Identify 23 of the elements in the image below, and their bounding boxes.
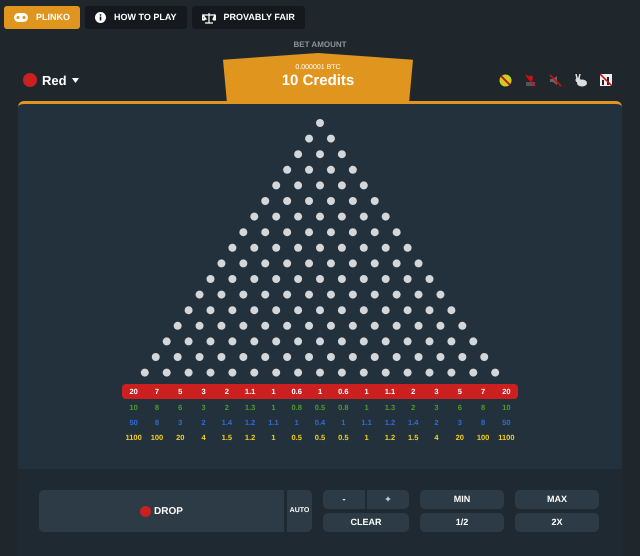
caret-icon — [72, 78, 79, 83]
tab[interactable]: HOW TO PLAY — [85, 6, 187, 29]
bet-button[interactable]: CLEAR — [323, 513, 409, 532]
info-icon — [95, 12, 106, 23]
bet-button[interactable]: MAX — [515, 490, 599, 509]
mute-icon — [549, 74, 562, 87]
bet-button[interactable]: - — [323, 490, 365, 509]
scale-icon — [202, 12, 216, 24]
bet-button[interactable]: + — [367, 490, 409, 509]
risk-selector[interactable]: Red — [23, 70, 79, 90]
rabbit-icon — [574, 74, 588, 87]
bet-button[interactable]: MIN — [420, 490, 504, 509]
bet-amount-label: BET AMOUNT — [293, 39, 347, 51]
bet-button[interactable]: 1/2 — [420, 513, 504, 532]
no-ball-icon — [499, 74, 512, 87]
bet-credits-amount: 10 Credits — [282, 72, 354, 90]
risk-label: Red — [42, 72, 67, 90]
gamepad-icon — [14, 13, 28, 22]
no-chart-icon — [600, 74, 612, 86]
bet-button[interactable]: 2X — [515, 513, 599, 532]
drop-button[interactable]: DROP — [39, 490, 284, 532]
no-figure-icon — [524, 74, 537, 87]
tab[interactable]: PROVABLY FAIR — [192, 6, 305, 29]
